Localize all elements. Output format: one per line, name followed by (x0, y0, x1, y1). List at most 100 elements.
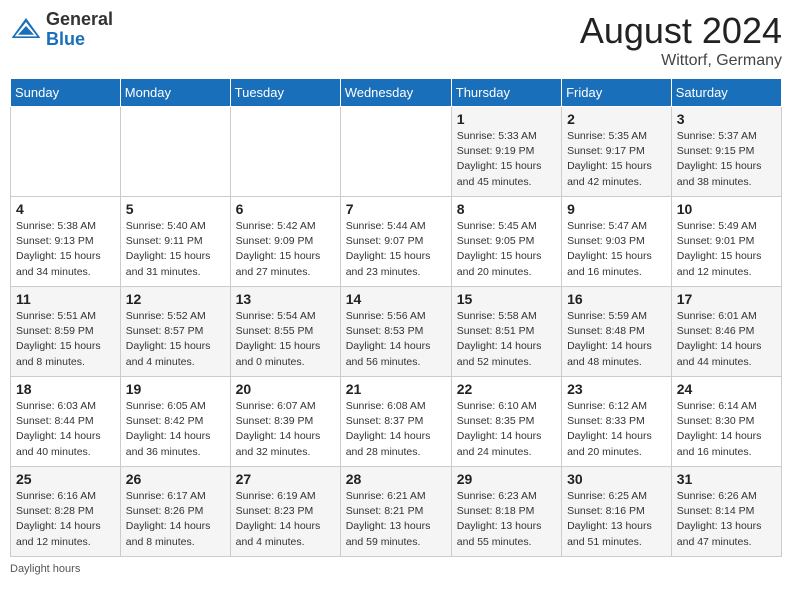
day-header-monday: Monday (120, 79, 230, 107)
day-number: 18 (16, 381, 115, 397)
day-number: 29 (457, 471, 556, 487)
day-info: Sunrise: 6:21 AM Sunset: 8:21 PM Dayligh… (346, 489, 446, 550)
location: Wittorf, Germany (580, 52, 782, 70)
day-info: Sunrise: 5:35 AM Sunset: 9:17 PM Dayligh… (567, 129, 666, 190)
day-info: Sunrise: 6:01 AM Sunset: 8:46 PM Dayligh… (677, 309, 776, 370)
days-header-row: SundayMondayTuesdayWednesdayThursdayFrid… (11, 79, 782, 107)
day-info: Sunrise: 5:42 AM Sunset: 9:09 PM Dayligh… (236, 219, 335, 280)
calendar-table: SundayMondayTuesdayWednesdayThursdayFrid… (10, 78, 782, 557)
day-info: Sunrise: 5:33 AM Sunset: 9:19 PM Dayligh… (457, 129, 556, 190)
logo-text: General Blue (46, 10, 113, 50)
day-number: 13 (236, 291, 335, 307)
day-cell: 8 Sunrise: 5:45 AM Sunset: 9:05 PM Daylig… (451, 197, 561, 287)
day-number: 12 (126, 291, 225, 307)
day-header-friday: Friday (562, 79, 672, 107)
day-info: Sunrise: 6:17 AM Sunset: 8:26 PM Dayligh… (126, 489, 225, 550)
day-cell: 22 Sunrise: 6:10 AM Sunset: 8:35 PM Dayli… (451, 377, 561, 467)
logo-general: General (46, 9, 113, 29)
day-info: Sunrise: 5:54 AM Sunset: 8:55 PM Dayligh… (236, 309, 335, 370)
day-header-thursday: Thursday (451, 79, 561, 107)
day-info: Sunrise: 5:56 AM Sunset: 8:53 PM Dayligh… (346, 309, 446, 370)
daylight-hours-label: Daylight hours (10, 563, 80, 575)
week-row-1: 1 Sunrise: 5:33 AM Sunset: 9:19 PM Daylig… (11, 107, 782, 197)
day-header-tuesday: Tuesday (230, 79, 340, 107)
day-cell: 1 Sunrise: 5:33 AM Sunset: 9:19 PM Daylig… (451, 107, 561, 197)
day-cell: 3 Sunrise: 5:37 AM Sunset: 9:15 PM Daylig… (671, 107, 781, 197)
day-number: 31 (677, 471, 776, 487)
day-number: 2 (567, 111, 666, 127)
day-cell: 19 Sunrise: 6:05 AM Sunset: 8:42 PM Dayli… (120, 377, 230, 467)
day-cell: 21Sunrise: 6:08 AM Sunset: 8:37 PM Dayli… (340, 377, 451, 467)
day-cell: 18 Sunrise: 6:03 AM Sunset: 8:44 PM Dayli… (11, 377, 121, 467)
day-number: 24 (677, 381, 776, 397)
day-info: Sunrise: 6:07 AM Sunset: 8:39 PM Dayligh… (236, 399, 335, 460)
day-info: Sunrise: 6:23 AM Sunset: 8:18 PM Dayligh… (457, 489, 556, 550)
day-number: 1 (457, 111, 556, 127)
day-number: 4 (16, 201, 115, 217)
day-cell: 9Sunrise: 5:47 AM Sunset: 9:03 PM Daylig… (562, 197, 672, 287)
day-number: 17 (677, 291, 776, 307)
day-number: 25 (16, 471, 115, 487)
day-info: Sunrise: 6:03 AM Sunset: 8:44 PM Dayligh… (16, 399, 115, 460)
day-info: Sunrise: 5:59 AM Sunset: 8:48 PM Dayligh… (567, 309, 666, 370)
day-info: Sunrise: 6:25 AM Sunset: 8:16 PM Dayligh… (567, 489, 666, 550)
day-cell: 2 Sunrise: 5:35 AM Sunset: 9:17 PM Daylig… (562, 107, 672, 197)
day-cell (340, 107, 451, 197)
day-info: Sunrise: 5:38 AM Sunset: 9:13 PM Dayligh… (16, 219, 115, 280)
day-cell: 28 Sunrise: 6:21 AM Sunset: 8:21 PM Dayli… (340, 467, 451, 557)
day-info: Sunrise: 5:52 AM Sunset: 8:57 PM Dayligh… (126, 309, 225, 370)
day-cell: 16 Sunrise: 5:59 AM Sunset: 8:48 PM Dayli… (562, 287, 672, 377)
day-number: 16 (567, 291, 666, 307)
day-cell: 23 Sunrise: 6:12 AM Sunset: 8:33 PM Dayli… (562, 377, 672, 467)
day-cell (11, 107, 121, 197)
day-info: Sunrise: 5:37 AM Sunset: 9:15 PM Dayligh… (677, 129, 776, 190)
footer-note: Daylight hours (10, 563, 782, 575)
day-cell: 13 Sunrise: 5:54 AM Sunset: 8:55 PM Dayli… (230, 287, 340, 377)
day-cell: 24 Sunrise: 6:14 AM Sunset: 8:30 PM Dayli… (671, 377, 781, 467)
day-info: Sunrise: 5:51 AM Sunset: 8:59 PM Dayligh… (16, 309, 115, 370)
week-row-4: 18 Sunrise: 6:03 AM Sunset: 8:44 PM Dayli… (11, 377, 782, 467)
week-row-2: 4 Sunrise: 5:38 AM Sunset: 9:13 PM Daylig… (11, 197, 782, 287)
day-cell: 25 Sunrise: 6:16 AM Sunset: 8:28 PM Dayli… (11, 467, 121, 557)
day-number: 20 (236, 381, 335, 397)
day-cell: 17 Sunrise: 6:01 AM Sunset: 8:46 PM Dayli… (671, 287, 781, 377)
day-number: 22 (457, 381, 556, 397)
day-number: 30 (567, 471, 666, 487)
title-area: August 2024 Wittorf, Germany (580, 10, 782, 70)
logo: General Blue (10, 10, 113, 50)
day-info: Sunrise: 6:16 AM Sunset: 8:28 PM Dayligh… (16, 489, 115, 550)
day-number: 11 (16, 291, 115, 307)
day-info: Sunrise: 6:05 AM Sunset: 8:42 PM Dayligh… (126, 399, 225, 460)
day-number: 8 (457, 201, 556, 217)
day-number: 6 (236, 201, 335, 217)
day-cell: 10Sunrise: 5:49 AM Sunset: 9:01 PM Dayli… (671, 197, 781, 287)
day-cell: 15Sunrise: 5:58 AM Sunset: 8:51 PM Dayli… (451, 287, 561, 377)
day-cell (120, 107, 230, 197)
day-cell (230, 107, 340, 197)
day-cell: 6 Sunrise: 5:42 AM Sunset: 9:09 PM Daylig… (230, 197, 340, 287)
day-cell: 20 Sunrise: 6:07 AM Sunset: 8:39 PM Dayli… (230, 377, 340, 467)
day-info: Sunrise: 6:26 AM Sunset: 8:14 PM Dayligh… (677, 489, 776, 550)
day-cell: 29 Sunrise: 6:23 AM Sunset: 8:18 PM Dayli… (451, 467, 561, 557)
day-cell: 7Sunrise: 5:44 AM Sunset: 9:07 PM Daylig… (340, 197, 451, 287)
month-year: August 2024 (580, 10, 782, 52)
day-cell: 31 Sunrise: 6:26 AM Sunset: 8:14 PM Dayli… (671, 467, 781, 557)
week-row-3: 11 Sunrise: 5:51 AM Sunset: 8:59 PM Dayli… (11, 287, 782, 377)
day-number: 5 (126, 201, 225, 217)
day-number: 10 (677, 201, 776, 217)
day-number: 26 (126, 471, 225, 487)
day-cell: 4 Sunrise: 5:38 AM Sunset: 9:13 PM Daylig… (11, 197, 121, 287)
day-info: Sunrise: 6:14 AM Sunset: 8:30 PM Dayligh… (677, 399, 776, 460)
day-number: 23 (567, 381, 666, 397)
day-cell: 12 Sunrise: 5:52 AM Sunset: 8:57 PM Dayli… (120, 287, 230, 377)
day-info: Sunrise: 6:12 AM Sunset: 8:33 PM Dayligh… (567, 399, 666, 460)
day-number: 28 (346, 471, 446, 487)
day-info: Sunrise: 6:10 AM Sunset: 8:35 PM Dayligh… (457, 399, 556, 460)
day-number: 3 (677, 111, 776, 127)
logo-blue: Blue (46, 29, 85, 49)
day-info: Sunrise: 5:40 AM Sunset: 9:11 PM Dayligh… (126, 219, 225, 280)
day-number: 19 (126, 381, 225, 397)
day-number: 9 (567, 201, 666, 217)
day-cell: 11 Sunrise: 5:51 AM Sunset: 8:59 PM Dayli… (11, 287, 121, 377)
day-info: Sunrise: 5:45 AM Sunset: 9:05 PM Dayligh… (457, 219, 556, 280)
